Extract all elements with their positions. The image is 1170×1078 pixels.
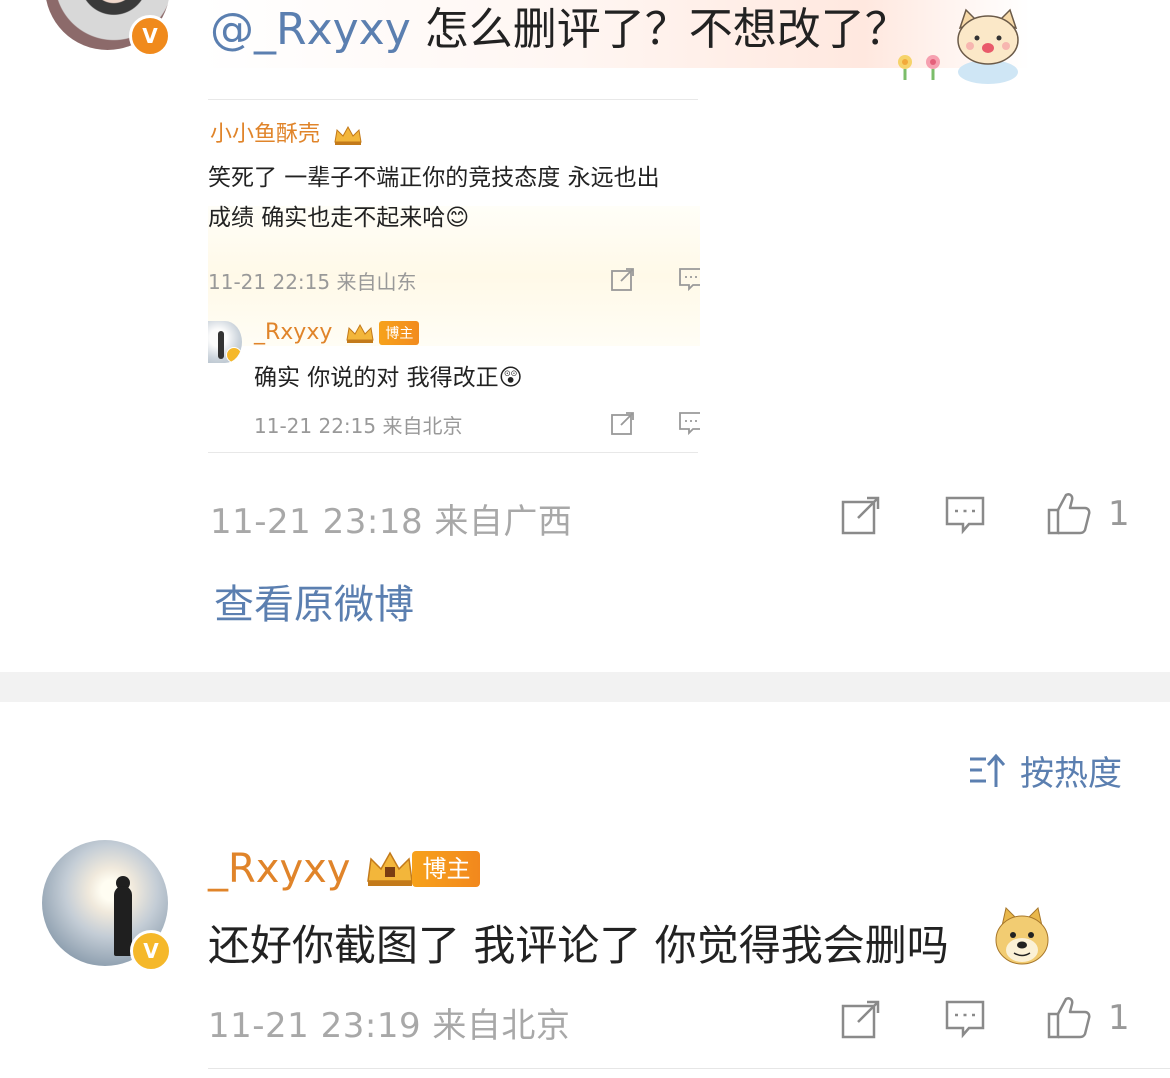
location: 来自广西 [434,502,573,542]
avatar[interactable]: V [45,0,171,57]
share-icon[interactable] [840,998,882,1040]
screenshot-comment-meta: 11-21 22:15 来自山东 [208,270,417,294]
crown-icon [334,125,362,145]
verified-badge: V [130,930,172,972]
cat-sticker-icon [957,8,1019,84]
comment-icon [679,412,700,436]
embedded-screenshot: 小小鱼酥壳 笑死了 一辈子不端正你的竞技态度 永远也出 成绩 确实也走不起来哈😊… [208,96,700,456]
verified-badge: V [129,15,171,57]
like-icon[interactable] [1046,994,1092,1040]
doge-emoji-icon [995,907,1049,965]
commenter-name-text: _Rxyxy [208,846,351,892]
sort-by-hot-button[interactable]: 按热度 [968,746,1122,795]
like-icon[interactable] [1046,490,1092,536]
like-count: 1 [1108,494,1130,534]
flower-decoration-icon [898,55,940,80]
comment-text: 还好你截图了 我评论了 你觉得我会删吗 [208,921,949,970]
share-icon[interactable] [840,494,882,536]
crown-icon [367,851,414,886]
section-separator [0,672,1170,702]
reply-name: _Rxyxy 博主 [254,320,420,345]
comment-meta: 11-21 23:18 来自广西 [210,494,572,543]
screenshot-comment-line: 笑死了 一辈子不端正你的竞技态度 永远也出 [208,165,660,191]
comment-icon [679,268,700,292]
comment-icon[interactable] [944,998,986,1040]
commenter-name[interactable]: _Rxyxy 博主 [208,846,481,892]
comment-text: @_Rxyxy 怎么删评了？不想改了？ [210,2,909,58]
reply-avatar [208,321,242,363]
blogger-badge: 博主 [364,849,481,889]
divider [208,452,698,453]
timestamp: 11-21 23:19 [208,1006,422,1046]
mention-link[interactable]: @_Rxyxy [210,4,411,55]
crown-icon [346,323,374,343]
screenshot-commenter-name: 小小鱼酥壳 [210,116,363,148]
view-original-post-link[interactable]: 查看原微博 [214,572,414,630]
location: 来自北京 [432,1006,571,1046]
blogger-tag: 博主 [379,321,420,345]
timestamp: 11-21 23:18 [210,502,424,542]
divider [208,99,698,100]
screenshot-comment-line: 成绩 确实也走不起来哈😊 [208,205,470,231]
sort-hot-icon [970,753,1006,787]
reply-name-text: _Rxyxy [254,320,333,345]
comment-icon[interactable] [944,494,986,536]
comment-body: 怎么删评了？不想改了？ [410,4,909,55]
divider [208,1068,1170,1069]
like-count: 1 [1108,998,1130,1038]
reply-text: 确实 你说的对 我得改正😲 [254,365,523,391]
blogger-tag: 博主 [412,851,481,887]
share-icon [611,268,634,291]
share-icon [611,412,634,435]
reply-meta: 11-21 22:15 来自北京 [254,414,463,438]
commenter-name-text: 小小鱼酥壳 [210,122,321,147]
comment-meta: 11-21 23:19 来自北京 [208,998,570,1047]
sort-label: 按热度 [1020,754,1122,794]
